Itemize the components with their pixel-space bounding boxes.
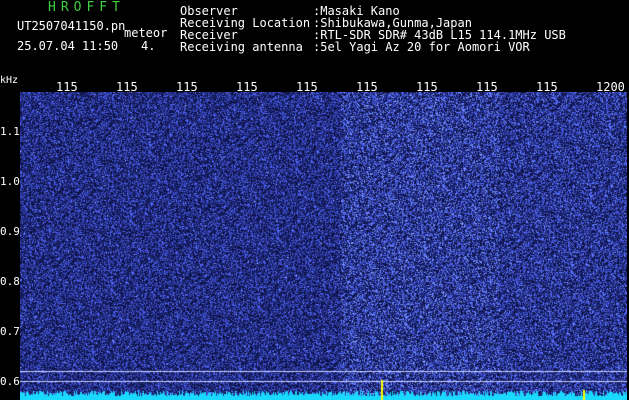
header-panel: HROFFT UT2507041150.pn meteor 25.07.04 1…: [0, 0, 629, 76]
y-tick-label: 1.1: [0, 125, 20, 138]
detection-type: meteor: [124, 26, 168, 40]
y-tick-label: 1.0: [0, 175, 20, 188]
spectrogram-canvas[interactable]: [20, 92, 627, 400]
event-count: 4.: [141, 39, 156, 53]
y-tick-label: 0.8: [0, 275, 20, 288]
timestamp: 25.07.04 11:50: [17, 39, 119, 53]
app-title: HROFFT: [48, 0, 125, 15]
axis-unit: kHz: [0, 75, 19, 86]
y-tick-label: 0.9: [0, 225, 20, 238]
antenna-label: Receiving antenna: [180, 40, 303, 54]
y-tick-label: 0.6: [0, 375, 20, 388]
antenna-value: :5el Yagi Az 20 for Aomori VOR: [313, 40, 530, 54]
y-tick-label: 0.7: [0, 325, 20, 338]
file-name: UT2507041150.pn: [17, 19, 126, 33]
